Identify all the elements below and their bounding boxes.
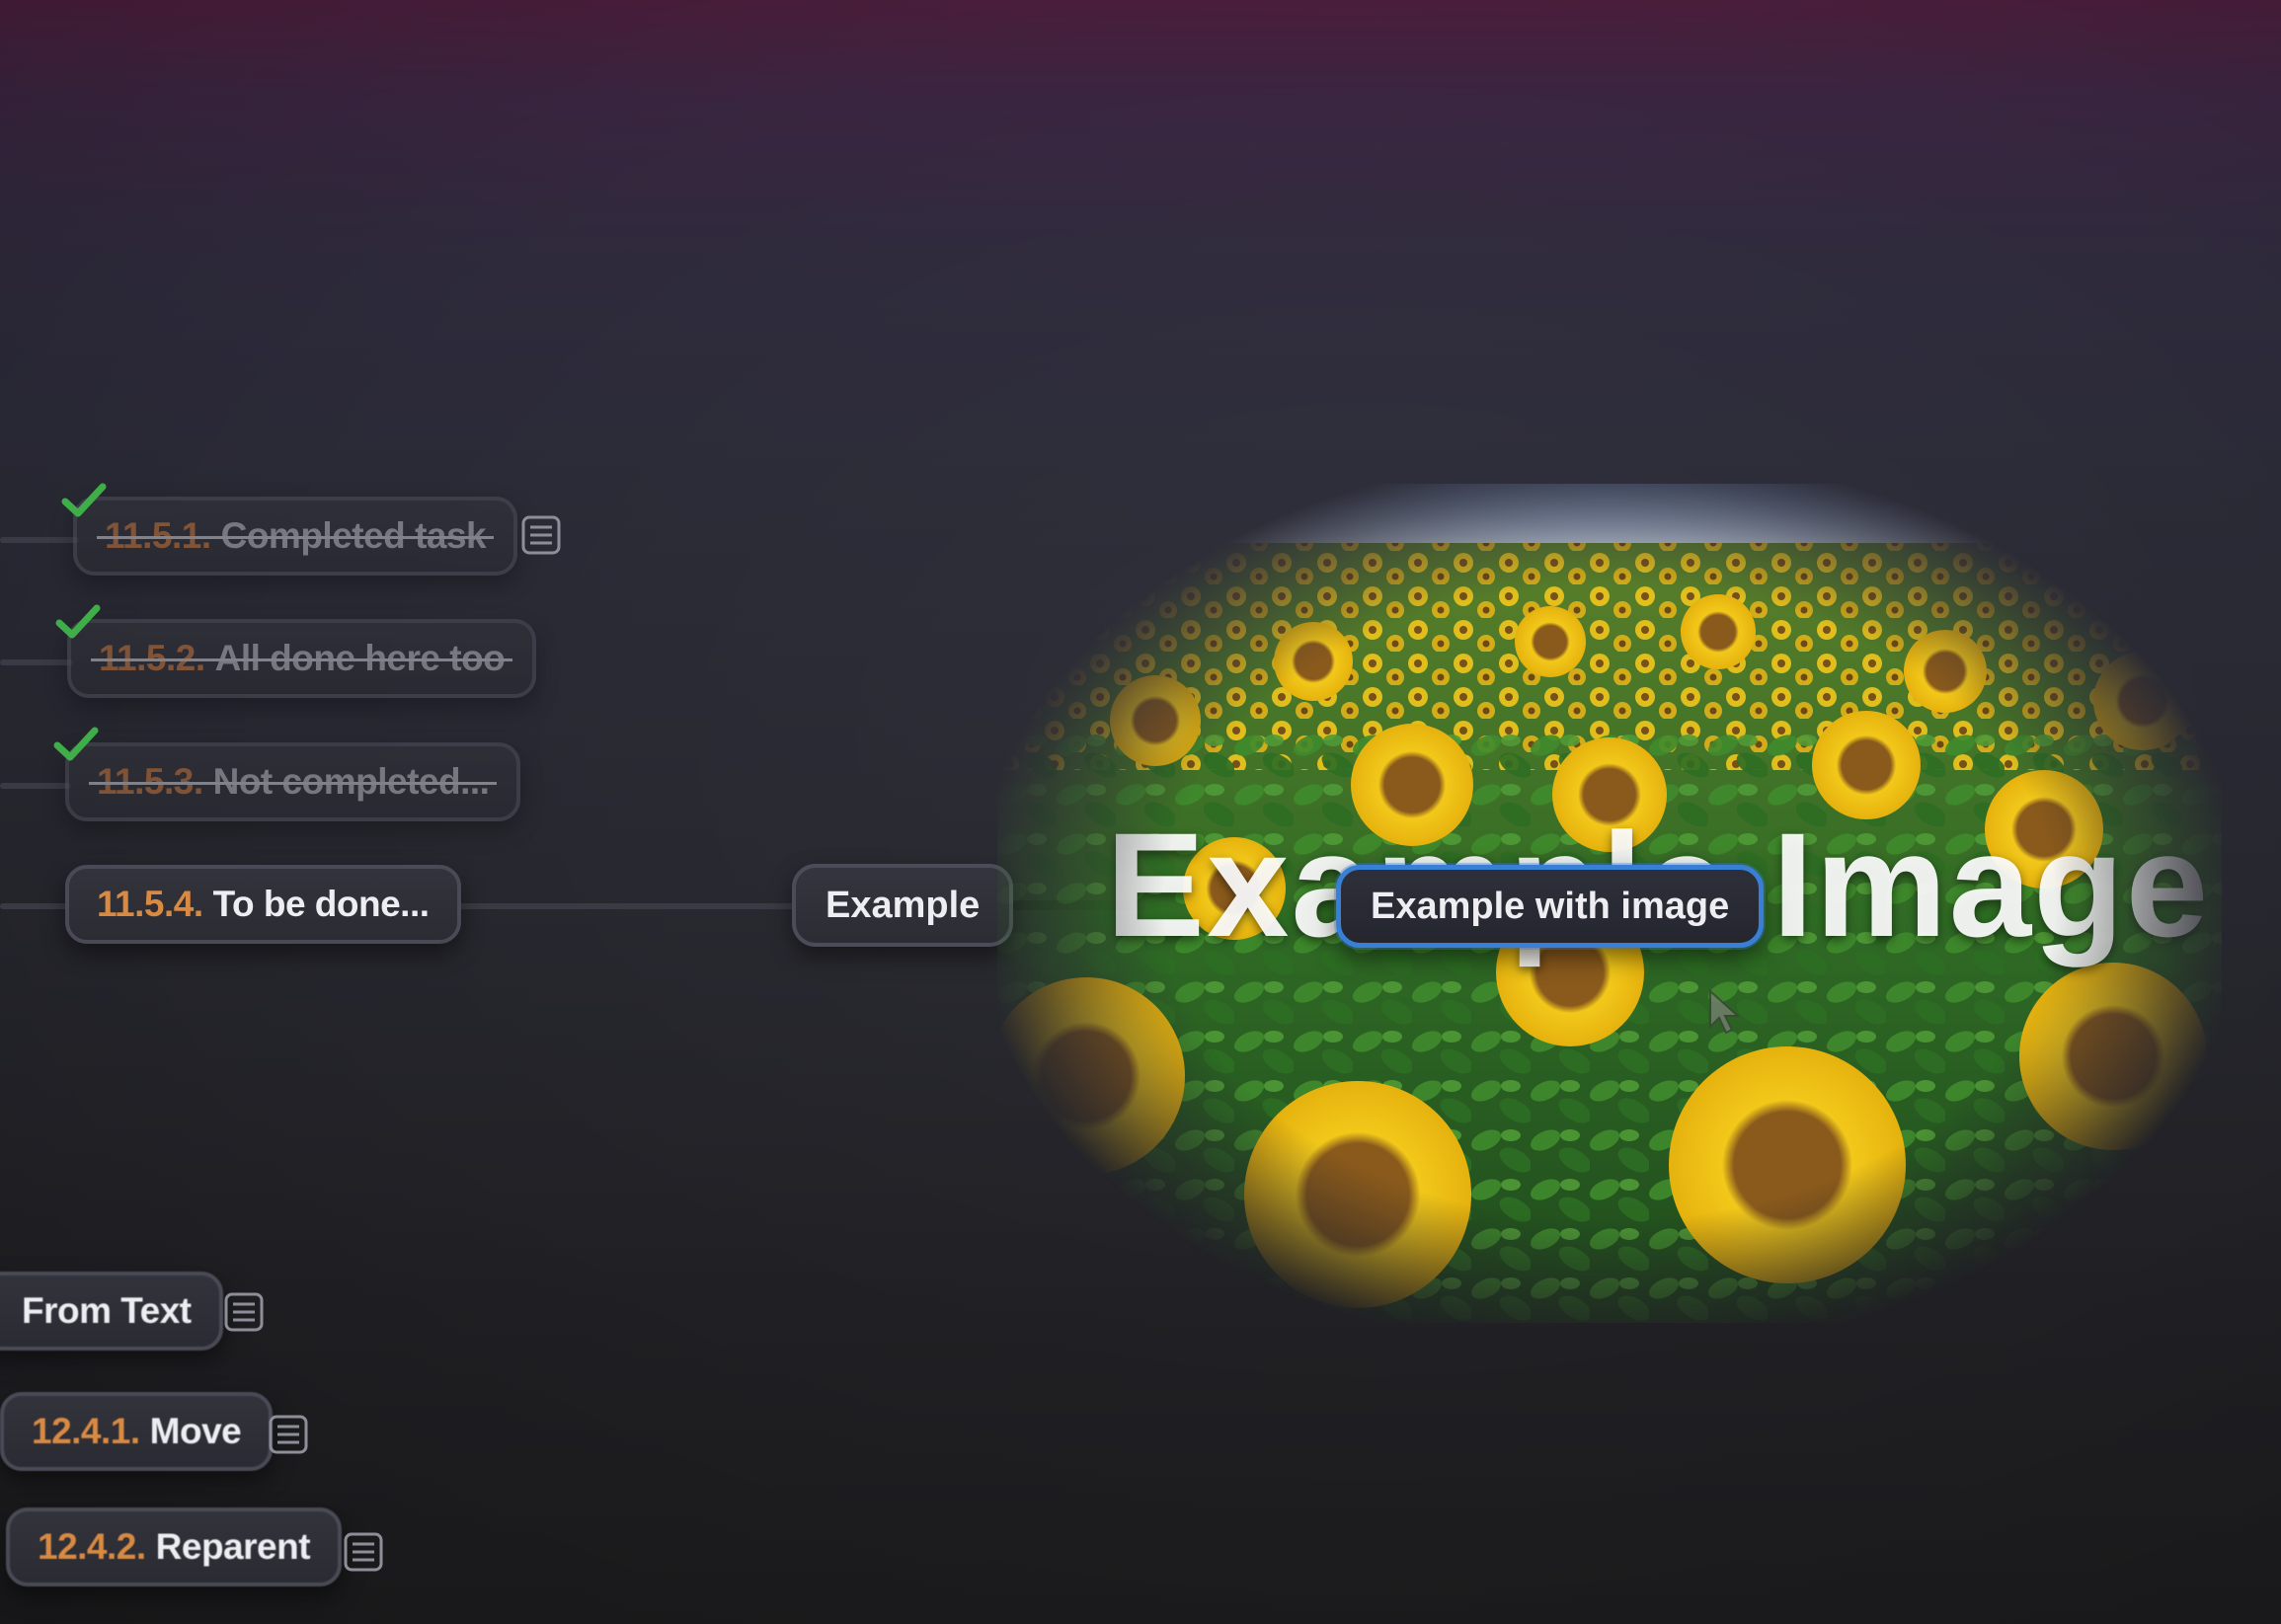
edge-task4-to-example bbox=[456, 903, 797, 909]
check-icon bbox=[61, 483, 107, 517]
task-node-11-5-3[interactable]: 11.5.3. Not completed... bbox=[65, 742, 521, 821]
node-number: 12.4.1. bbox=[32, 1411, 140, 1451]
task-node-11-5-1[interactable]: 11.5.1. Completed task bbox=[73, 497, 518, 576]
task-node-11-5-4[interactable]: 11.5.4. To be done... bbox=[65, 865, 461, 944]
edge-task-4 bbox=[0, 903, 71, 909]
check-icon bbox=[53, 727, 99, 761]
node-from-text[interactable]: From Text bbox=[0, 1272, 223, 1351]
example-node[interactable]: Example bbox=[792, 864, 1014, 947]
strikethrough-line bbox=[89, 782, 498, 785]
cursor-arrow-icon bbox=[1709, 989, 1741, 1035]
example-with-image-node[interactable]: Example with image bbox=[1336, 865, 1765, 948]
task-node-11-5-2[interactable]: 11.5.2. All done here too bbox=[67, 619, 537, 698]
node-number: 12.4.2. bbox=[38, 1526, 146, 1567]
node-label: Reparent bbox=[155, 1526, 311, 1567]
note-icon[interactable] bbox=[343, 1531, 384, 1573]
example-with-image-label: Example with image bbox=[1371, 885, 1730, 927]
node-12-4-2-reparent[interactable]: 12.4.2. Reparent bbox=[6, 1508, 343, 1586]
node-label: Move bbox=[149, 1411, 242, 1451]
note-icon[interactable] bbox=[223, 1291, 265, 1333]
edge-task-1 bbox=[0, 537, 79, 543]
node-label: From Text bbox=[22, 1290, 192, 1331]
note-icon[interactable] bbox=[268, 1414, 309, 1455]
task-label: To be done... bbox=[212, 884, 430, 924]
edge-task-3 bbox=[0, 783, 71, 789]
edge-task-2 bbox=[0, 659, 73, 665]
example-node-label: Example bbox=[826, 884, 981, 926]
check-icon bbox=[55, 604, 101, 639]
task-number: 11.5.4. bbox=[97, 884, 203, 924]
strikethrough-line bbox=[97, 536, 495, 539]
node-12-4-1-move[interactable]: 12.4.1. Move bbox=[0, 1392, 274, 1471]
strikethrough-line bbox=[91, 658, 513, 661]
mind-map-canvas[interactable]: 11.5.1. Completed task 11.5.2. All done … bbox=[0, 0, 2281, 1624]
note-icon[interactable] bbox=[520, 514, 562, 556]
